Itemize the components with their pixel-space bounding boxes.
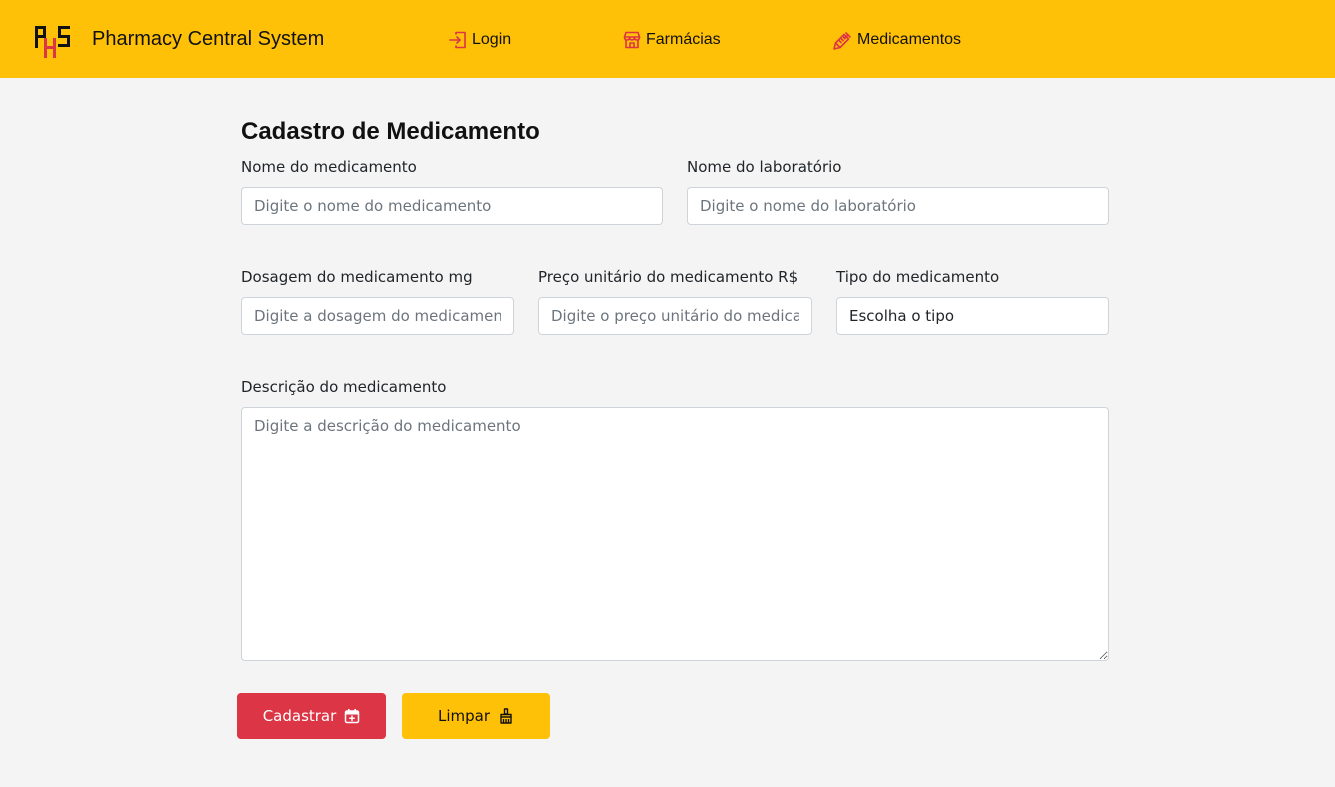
brand-title[interactable]: Pharmacy Central System <box>92 28 324 51</box>
cadastrar-button[interactable]: Cadastrar <box>237 693 386 739</box>
nav-item-farmacias[interactable]: Farmácias <box>622 28 721 52</box>
calendar-plus-icon <box>345 709 360 724</box>
nav-item-label: Farmácias <box>646 31 721 48</box>
nav-item-label: Medicamentos <box>857 31 962 48</box>
preco-input[interactable] <box>538 297 812 335</box>
limpar-button[interactable]: Limpar <box>402 693 550 739</box>
nome-label: Nome do medicamento <box>241 158 417 176</box>
store-icon <box>623 31 641 49</box>
tipo-select[interactable]: Escolha o tipo <box>836 297 1109 335</box>
nav-item-label: Login <box>472 31 512 48</box>
preco-label: Preço unitário do medicamento R$ <box>538 268 799 286</box>
descricao-textarea[interactable] <box>241 407 1109 661</box>
nav-item-login[interactable]: Login <box>448 28 511 52</box>
laboratorio-label: Nome do laboratório <box>687 158 842 176</box>
page-title: Cadastro de Medicamento <box>241 118 540 145</box>
broom-icon <box>500 708 512 724</box>
syringe-icon <box>833 32 851 50</box>
limpar-label: Limpar <box>437 707 491 725</box>
cadastrar-label: Cadastrar <box>262 707 337 725</box>
descricao-label: Descrição do medicamento <box>241 378 447 396</box>
login-icon <box>449 31 466 49</box>
dosagem-label: Dosagem do medicamento mg <box>241 268 473 286</box>
logo[interactable] <box>34 24 72 58</box>
navbar: Pharmacy Central System Login Farmácias … <box>0 0 1335 78</box>
tipo-label: Tipo do medicamento <box>836 268 1000 286</box>
tipo-select-value: Escolha o tipo <box>849 307 955 325</box>
nome-input[interactable] <box>241 187 663 225</box>
laboratorio-input[interactable] <box>687 187 1109 225</box>
dosagem-input[interactable] <box>241 297 514 335</box>
nav-item-medicamentos[interactable]: Medicamentos <box>833 28 961 52</box>
